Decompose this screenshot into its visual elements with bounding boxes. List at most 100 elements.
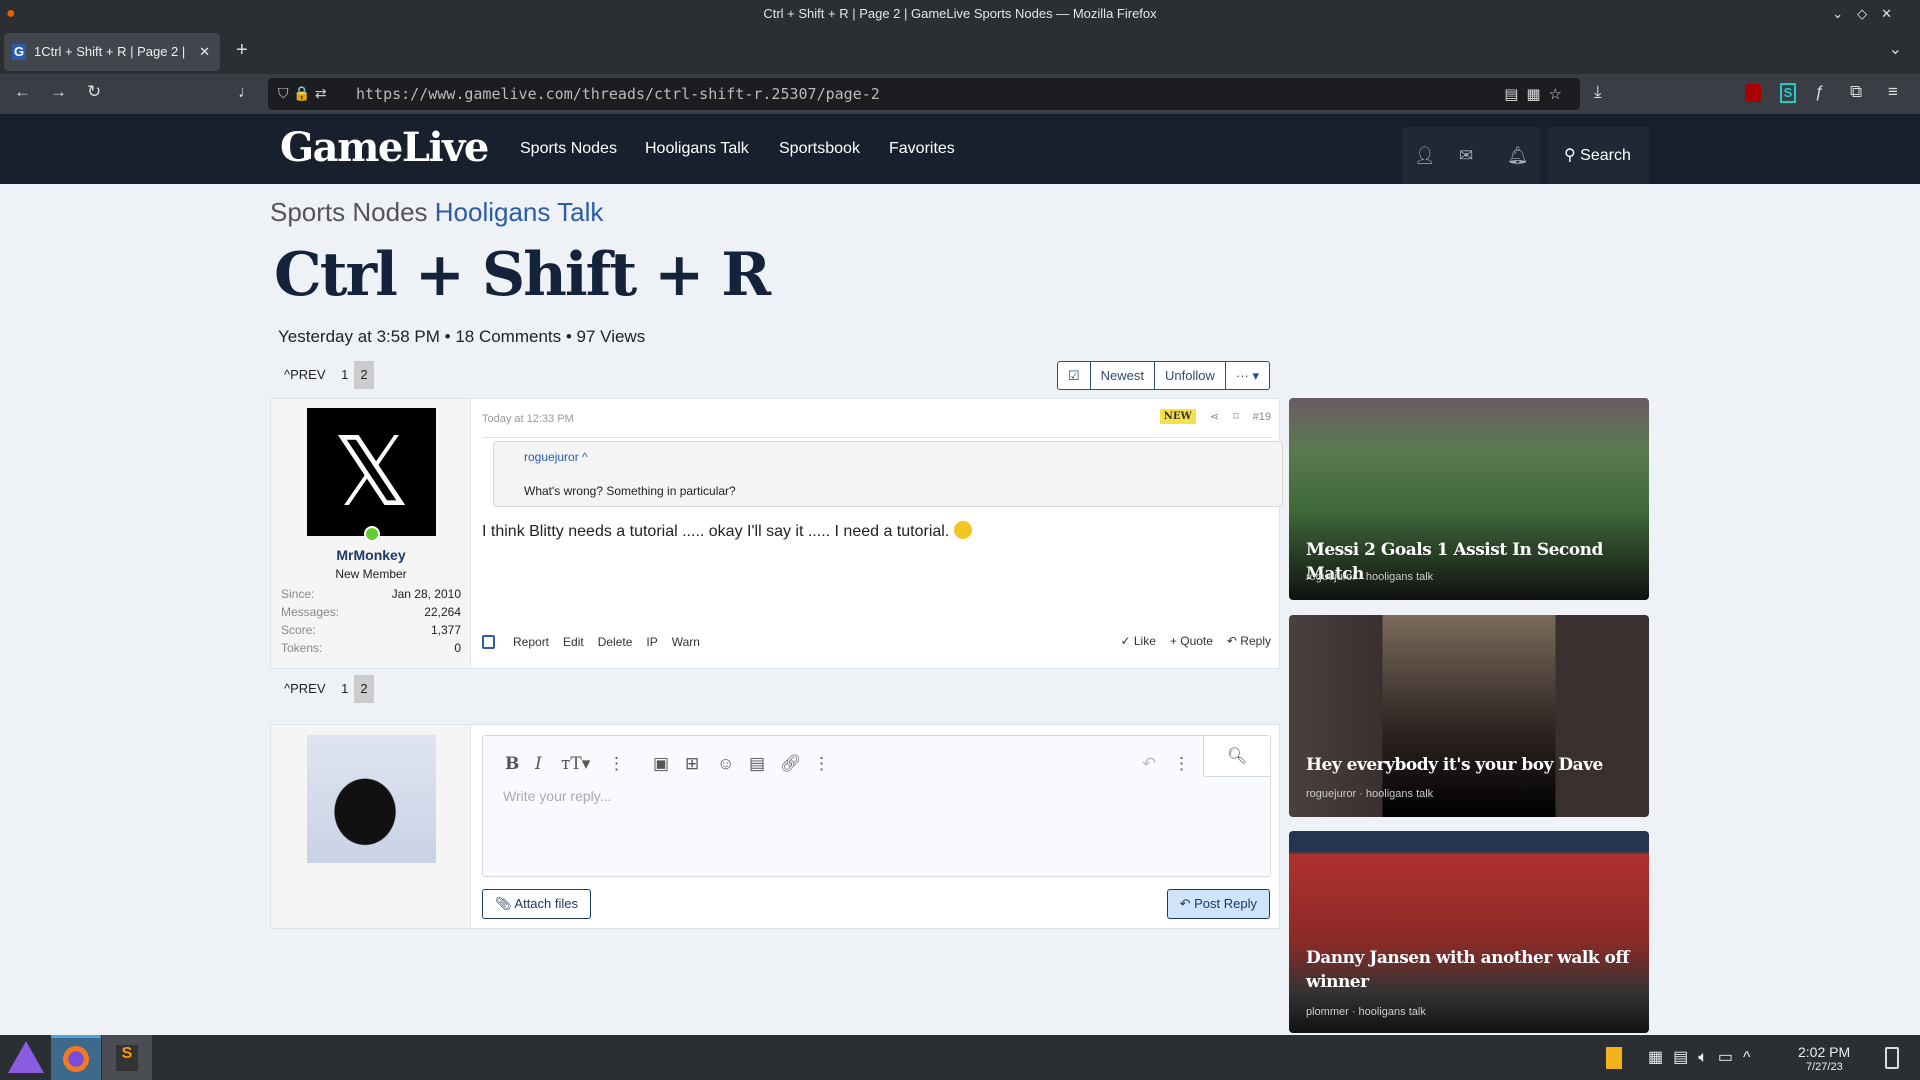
quote-text: What's wrong? Something in particular? [524,484,736,498]
current-user-avatar[interactable] [307,735,436,863]
card-title[interactable]: Danny Jansen with another walk off winne… [1306,946,1649,994]
post-main: Today at 12:33 PM NEW ⋖ ⌑ #19 roguejuror ^… [482,399,1283,668]
navigation-toolbar: ← → ↻ ♩ ⛉ 🔒 ⇄ https://www.gamelive.com/th… [0,74,1920,114]
image-icon[interactable]: ▣ [653,754,669,774]
quote-block: roguejuror ^ What's wrong? Something in … [493,441,1283,507]
attach-files-button[interactable]: 📎︎ Attach files [482,889,591,919]
extension-f-icon[interactable]: ƒ [1815,82,1824,102]
link-icon[interactable]: 🔗︎ [780,754,802,774]
text-size-icon[interactable]: тT▾ [561,754,590,774]
video-icon[interactable]: ⊞ [685,754,699,774]
reply-icon: ↶ [1179,896,1195,911]
close-tab-icon[interactable]: ✕ [199,33,210,71]
media-icon[interactable]: ▤ [749,754,765,774]
url-bar[interactable]: ⛉ 🔒 ⇄ https://www.gamelive.com/threads/ct… [268,78,1580,110]
nav-favorites[interactable]: Favorites [889,114,955,184]
clock-time[interactable]: 2:02 PM [1798,1044,1850,1060]
pagination-bottom: ^PREV 12 [278,675,374,703]
reader-bookmark-icons[interactable]: ▤▦☆ [1504,78,1570,110]
ublock-icon[interactable] [1745,84,1761,102]
reply-input[interactable]: Write your reply... [503,788,611,804]
sidebar-card[interactable]: Messi 2 Goals 1 Assist In Second Match ro… [1289,398,1649,600]
more-options-icon[interactable]: ⋮ [608,754,625,774]
warn-link[interactable]: Warn [672,635,700,649]
page-1[interactable]: 1 [335,675,354,703]
taskbar: S ▦▤🔈︎▭^ 2:02 PM 7/27/23 [0,1035,1920,1080]
share-icon[interactable]: ⋖ [1210,410,1219,423]
menu-icon[interactable]: ≡ [1888,82,1898,102]
url-text[interactable]: https://www.gamelive.com/threads/ctrl-sh… [356,85,880,103]
italic-icon[interactable]: I [535,754,542,774]
reply-button[interactable]: ↶ Reply [1227,634,1271,648]
user-role: New Member [335,567,407,581]
quote-author[interactable]: roguejuror ^ [524,450,588,464]
user-icon[interactable]: 👤︎ [1414,127,1436,184]
stat-since: Since: Jan 28, 2010 [281,587,461,601]
taskbar-sublime[interactable]: S [102,1035,152,1080]
username[interactable]: MrMonkey [271,547,471,563]
forward-icon[interactable]: → [50,82,67,102]
window-controls[interactable]: ⌄◇✕ [1832,0,1906,27]
divider [482,437,1272,438]
sidebar-card[interactable]: Hey everybody it's your boy Dave roguejur… [1289,615,1649,817]
mail-icon[interactable]: ✉ [1459,127,1473,184]
breadcrumb-current[interactable]: Hooligans Talk [435,197,604,227]
clock-date[interactable]: 7/27/23 [1806,1061,1843,1073]
tray-icons[interactable]: ▦▤🔈︎▭^ [1648,1047,1760,1067]
show-desktop-icon[interactable] [1885,1047,1899,1069]
like-button[interactable]: ✓ Like [1120,634,1155,648]
post-reply-button[interactable]: ↶ Post Reply [1166,889,1270,919]
site-logo[interactable]: GameLive [280,124,489,171]
unfollow-button[interactable]: Unfollow [1155,362,1226,389]
prev-button[interactable]: ^PREV [278,675,332,703]
download-icon[interactable]: ⤓ [1594,82,1602,102]
shield-lock-icon: ⛉ 🔒 ⇄ [278,86,327,102]
delete-link[interactable]: Delete [598,635,633,649]
more-insert-icon[interactable]: ⋮ [813,754,830,774]
new-tab-button[interactable]: + [236,39,248,62]
bell-icon[interactable]: 🔔︎ [1507,127,1529,184]
window-title: Ctrl + Shift + R | Page 2 | GameLive Spo… [763,6,1157,21]
page-1[interactable]: 1 [335,361,354,389]
tab-active[interactable]: G 1Ctrl + Shift + R | Page 2 | ✕ [4,33,220,71]
editor-box[interactable]: B I тT▾ ⋮ ▣ ⊞ ☺ ▤ 🔗︎ ⋮ ↶ ⋮ 🔍︎ Write your… [482,735,1271,877]
back-icon[interactable]: ← [14,82,31,102]
card-title[interactable]: Hey everybody it's your boy Dave [1306,753,1603,777]
page-2[interactable]: 2 [354,361,374,389]
more-button[interactable]: ··· ▾ [1226,362,1269,389]
nav-sportsbook[interactable]: Sportsbook [779,114,860,184]
taskbar-firefox[interactable] [51,1035,101,1080]
select-checkbox-icon[interactable]: ☑ [1058,362,1091,389]
bold-icon[interactable]: B [505,754,519,774]
search-button[interactable]: ⚲ Search [1548,127,1649,184]
extensions-icon[interactable]: ⧉ [1850,82,1862,102]
avatar[interactable]: 𝕏 [307,408,436,536]
sidebar-card[interactable]: Danny Jansen with another walk off winne… [1289,831,1649,1033]
bookmark-icon[interactable]: ⌑ [1233,410,1239,423]
newest-button[interactable]: Newest [1091,362,1156,389]
sublime-icon: S [116,1045,138,1071]
emoji-icon[interactable]: ☺ [717,754,734,774]
undo-icon[interactable]: ↶ [1142,754,1156,774]
reload-icon[interactable]: ↻ [87,82,101,102]
prev-button[interactable]: ^PREV [278,361,332,389]
post-time[interactable]: Today at 12:33 PM [482,413,574,425]
quote-button[interactable]: + Quote [1170,634,1213,648]
extension-s-icon[interactable]: S [1780,83,1796,103]
launcher-icon[interactable] [8,1041,44,1073]
more-right-icon[interactable]: ⋮ [1173,754,1190,774]
tray-note-icon[interactable] [1606,1047,1622,1069]
music-icon: ♩ [238,82,255,101]
reply-form: B I тT▾ ⋮ ▣ ⊞ ☺ ▤ 🔗︎ ⋮ ↶ ⋮ 🔍︎ Write your… [270,724,1280,929]
tab-list-icon[interactable]: ⌄ [1889,39,1902,59]
nav-hooligans-talk[interactable]: Hooligans Talk [645,114,749,184]
post-number[interactable]: #19 [1253,411,1271,423]
edit-link[interactable]: Edit [563,635,584,649]
ip-link[interactable]: IP [646,635,657,649]
nav-sports-nodes[interactable]: Sports Nodes [520,114,617,184]
select-post-checkbox[interactable] [482,635,495,649]
report-link[interactable]: Report [513,635,549,649]
breadcrumb-parent[interactable]: Sports Nodes [270,197,428,227]
page-2[interactable]: 2 [354,675,374,703]
preview-icon[interactable]: 🔍︎ [1203,736,1270,777]
